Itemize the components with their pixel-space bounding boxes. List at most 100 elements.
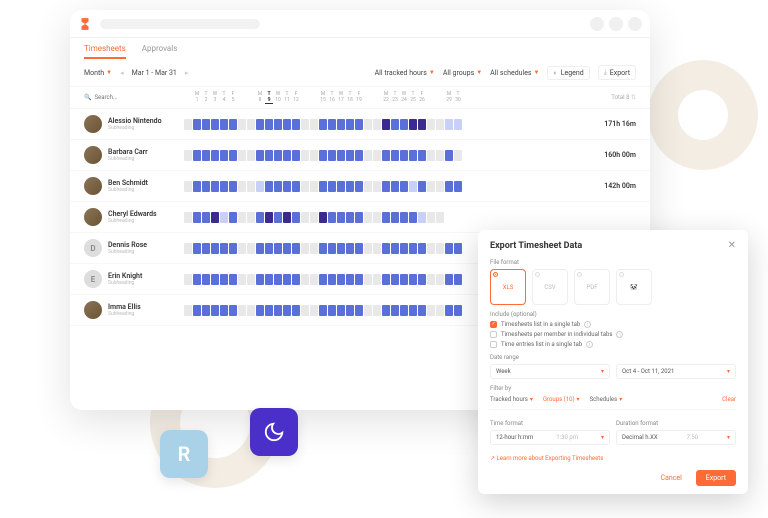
day-cell[interactable] <box>418 274 426 285</box>
day-cell[interactable] <box>301 305 309 316</box>
day-cell[interactable] <box>256 243 264 254</box>
day-cell[interactable] <box>391 243 399 254</box>
day-cell[interactable] <box>400 181 408 192</box>
day-cell[interactable] <box>364 150 372 161</box>
day-cell[interactable] <box>274 212 282 223</box>
day-cell[interactable] <box>400 274 408 285</box>
legend-button[interactable]: ◐Legend <box>547 66 589 80</box>
day-cell[interactable] <box>427 274 435 285</box>
day-cell[interactable] <box>193 181 201 192</box>
day-cell[interactable] <box>445 305 453 316</box>
day-cell[interactable] <box>364 243 372 254</box>
day-cell[interactable] <box>427 150 435 161</box>
day-cell[interactable] <box>346 119 354 130</box>
export-button[interactable]: ⤓Export <box>598 65 636 80</box>
date-range[interactable]: Mar 1 - Mar 31 <box>132 69 177 77</box>
day-cell[interactable] <box>364 305 372 316</box>
day-cell[interactable] <box>220 305 228 316</box>
day-cell[interactable] <box>202 119 210 130</box>
day-cell[interactable] <box>400 212 408 223</box>
day-cell[interactable] <box>193 212 201 223</box>
day-cell[interactable] <box>229 150 237 161</box>
table-row[interactable]: Alessio NintendoSubheading171h 16m <box>70 109 650 140</box>
day-cell[interactable] <box>337 212 345 223</box>
day-cell[interactable] <box>355 212 363 223</box>
day-cell[interactable] <box>328 274 336 285</box>
day-cell[interactable] <box>409 212 417 223</box>
day-cell[interactable] <box>319 212 327 223</box>
day-cell[interactable] <box>247 181 255 192</box>
day-cell[interactable] <box>436 119 444 130</box>
day-cell[interactable] <box>211 274 219 285</box>
table-row[interactable]: Barbara CarrSubheading160h 00m <box>70 140 650 171</box>
day-cell[interactable] <box>202 305 210 316</box>
header-action[interactable] <box>590 17 604 31</box>
day-cell[interactable] <box>427 305 435 316</box>
filter-groups[interactable]: All groups▼ <box>443 69 482 77</box>
day-cell[interactable] <box>211 119 219 130</box>
day-cell[interactable] <box>418 243 426 254</box>
date-range-select[interactable]: Oct 4 - Oct 11, 2021▾ <box>616 364 736 379</box>
date-period-select[interactable]: Week▾ <box>490 364 610 379</box>
day-cell[interactable] <box>193 305 201 316</box>
day-cell[interactable] <box>328 150 336 161</box>
day-cell[interactable] <box>301 274 309 285</box>
day-cell[interactable] <box>265 181 273 192</box>
day-cell[interactable] <box>229 181 237 192</box>
day-cell[interactable] <box>229 274 237 285</box>
day-cell[interactable] <box>337 243 345 254</box>
day-cell[interactable] <box>436 150 444 161</box>
day-cell[interactable] <box>256 181 264 192</box>
day-cell[interactable] <box>400 150 408 161</box>
day-cell[interactable] <box>220 274 228 285</box>
day-cell[interactable] <box>364 212 372 223</box>
day-cell[interactable] <box>193 119 201 130</box>
day-cell[interactable] <box>418 181 426 192</box>
table-row[interactable]: Cheryl EdwardsSubheading <box>70 202 650 233</box>
day-cell[interactable] <box>256 150 264 161</box>
day-cell[interactable] <box>184 181 192 192</box>
day-cell[interactable] <box>454 119 462 130</box>
day-cell[interactable] <box>220 243 228 254</box>
day-cell[interactable] <box>337 181 345 192</box>
day-cell[interactable] <box>382 150 390 161</box>
filter-tracked-hours[interactable]: All tracked hours▼ <box>375 69 435 77</box>
day-cell[interactable] <box>265 274 273 285</box>
day-cell[interactable] <box>346 305 354 316</box>
day-cell[interactable] <box>310 119 318 130</box>
table-row[interactable]: Ben SchmidtSubheading142h 00m <box>70 171 650 202</box>
header-avatar[interactable] <box>628 17 642 31</box>
filter-schedules[interactable]: Schedules ▾ <box>590 396 623 403</box>
day-cell[interactable] <box>193 243 201 254</box>
cancel-button[interactable]: Cancel <box>652 470 689 486</box>
duration-format-select[interactable]: Decimal h.XX7.50▾ <box>616 430 736 445</box>
day-cell[interactable] <box>310 150 318 161</box>
day-cell[interactable] <box>391 274 399 285</box>
day-cell[interactable] <box>211 150 219 161</box>
day-cell[interactable] <box>445 150 453 161</box>
day-cell[interactable] <box>310 243 318 254</box>
day-cell[interactable] <box>310 274 318 285</box>
day-cell[interactable] <box>202 181 210 192</box>
day-cell[interactable] <box>391 150 399 161</box>
day-cell[interactable] <box>265 212 273 223</box>
day-cell[interactable] <box>193 150 201 161</box>
day-cell[interactable] <box>301 243 309 254</box>
day-cell[interactable] <box>391 305 399 316</box>
day-cell[interactable] <box>256 212 264 223</box>
day-cell[interactable] <box>247 119 255 130</box>
format-option[interactable]: CSV <box>532 269 568 305</box>
day-cell[interactable] <box>211 243 219 254</box>
day-cell[interactable] <box>319 119 327 130</box>
day-cell[interactable] <box>202 212 210 223</box>
day-cell[interactable] <box>355 243 363 254</box>
day-cell[interactable] <box>409 274 417 285</box>
day-cell[interactable] <box>310 181 318 192</box>
day-cell[interactable] <box>283 150 291 161</box>
day-cell[interactable] <box>274 274 282 285</box>
day-cell[interactable] <box>436 181 444 192</box>
day-cell[interactable] <box>418 150 426 161</box>
format-option[interactable]: 🐼 <box>616 269 652 305</box>
day-cell[interactable] <box>202 243 210 254</box>
day-cell[interactable] <box>427 181 435 192</box>
